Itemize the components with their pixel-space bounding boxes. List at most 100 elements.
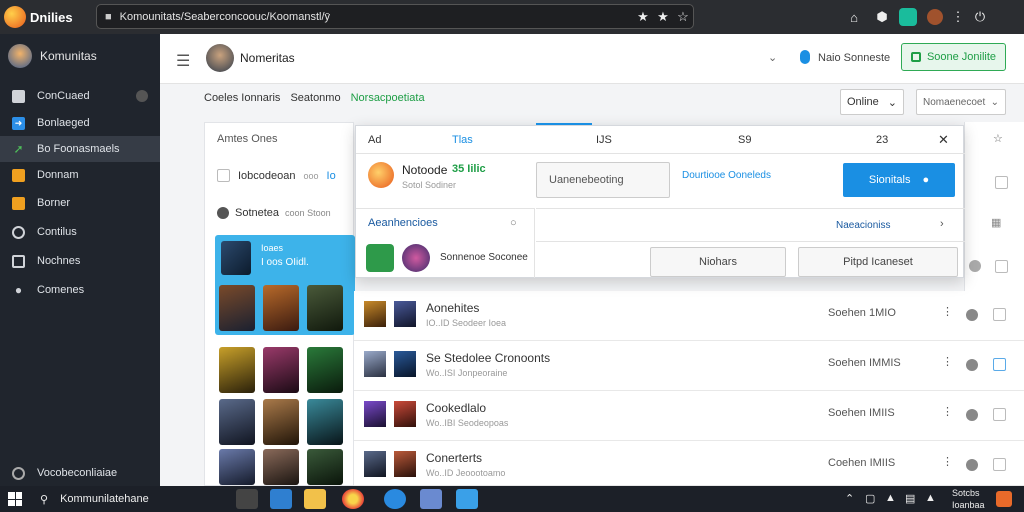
featured-group-card[interactable]: Ioaes I oos OIidl. <box>215 235 355 335</box>
game-thumbnail[interactable] <box>263 285 299 331</box>
sidebar-item-4[interactable]: Donnam <box>0 162 160 188</box>
more-icon[interactable]: ⋮ <box>942 305 953 318</box>
column-header[interactable]: 23 <box>876 134 888 146</box>
more-icon[interactable]: ⋮ <box>942 405 953 418</box>
game-thumbnail[interactable] <box>219 449 255 485</box>
extension-icon[interactable]: ⬢ <box>871 6 893 28</box>
checkbox[interactable] <box>993 408 1006 421</box>
column-header[interactable]: S9 <box>738 134 751 146</box>
clock-time[interactable]: Sotcbs <box>952 488 980 498</box>
star-icon[interactable]: ★ <box>652 6 674 28</box>
store-icon[interactable] <box>456 489 478 509</box>
game-thumbnail[interactable] <box>263 399 299 445</box>
home-icon[interactable]: ⌂ <box>843 6 865 28</box>
column-header[interactable]: IJS <box>596 134 612 146</box>
sidebar-item-1[interactable]: ConCuaed <box>0 83 160 109</box>
power-icon[interactable]: ⏻ <box>969 6 991 28</box>
sidebar-brand[interactable]: Komunitas <box>8 44 97 68</box>
battery-icon[interactable]: ▤ <box>905 492 915 505</box>
avatar-icon[interactable] <box>927 9 943 25</box>
search-field[interactable]: Uanenebeoting <box>536 162 670 198</box>
checkbox[interactable] <box>993 458 1006 471</box>
chevron-up-icon[interactable]: ⌃ <box>845 492 854 505</box>
game-thumbnail[interactable] <box>263 347 299 393</box>
game-thumbnail[interactable] <box>307 285 343 331</box>
game-thumbnail[interactable] <box>263 449 299 485</box>
app-icon[interactable] <box>420 489 442 509</box>
star-icon[interactable]: ★ <box>632 6 654 28</box>
panel-row[interactable]: Sotnetea coon Stoon <box>217 207 331 219</box>
table-row[interactable]: Se Stedolee Cronoonts Wo..ISI Jonpeorain… <box>354 341 1024 391</box>
chevron-right-icon[interactable]: › <box>940 218 944 230</box>
menu-dots-icon[interactable]: ⋮ <box>947 6 969 28</box>
sidebar-item-3[interactable]: ➚ Bo Foonasmaels <box>0 136 160 162</box>
info-link[interactable]: Dourtiooe Ooneleds <box>682 170 771 181</box>
mail-icon[interactable] <box>270 489 292 509</box>
checkbox[interactable] <box>993 358 1006 371</box>
popup-nav-row[interactable]: Naeacioniss › <box>536 208 965 242</box>
game-thumbnail[interactable] <box>307 347 343 393</box>
cta-button[interactable]: Soone Jonilite <box>901 43 1006 71</box>
submit-button[interactable]: Sionitals ● <box>843 163 955 197</box>
game-thumbnail[interactable] <box>307 399 343 445</box>
tertiary-button[interactable]: Pitpd Icaneset <box>798 247 958 277</box>
sidebar-footer[interactable]: Vocobeconliaiae <box>0 460 160 486</box>
hamburger-menu-icon[interactable]: ☰ <box>176 51 190 71</box>
more-icon[interactable]: ⋮ <box>942 355 953 368</box>
more-icon[interactable]: ⋮ <box>942 455 953 468</box>
notification-icon[interactable] <box>996 491 1012 507</box>
game-icon[interactable] <box>366 244 394 272</box>
checkbox[interactable] <box>995 260 1008 273</box>
table-row[interactable]: Conerterts Wo..ID Jeoootoamo Coehen IMII… <box>354 441 1024 486</box>
windows-start-icon[interactable] <box>8 492 22 506</box>
checkbox[interactable] <box>217 169 230 182</box>
secondary-button[interactable]: Niohars <box>650 247 786 277</box>
search-text: Kommunilatehane <box>60 493 149 505</box>
network-icon[interactable]: ▢ <box>865 492 875 505</box>
sidebar-item-7[interactable]: Nochnes <box>0 248 160 274</box>
address-bar[interactable]: ■ Komounitats/Seaberconcoouc/Koomanstl/ȳ <box>96 4 694 29</box>
profile-icon[interactable] <box>899 8 917 26</box>
sidebar-item-8[interactable]: ● Comenes <box>0 277 160 303</box>
folder-icon[interactable] <box>304 489 326 509</box>
grid-icon[interactable]: ▦ <box>991 216 1001 229</box>
taskbar-search[interactable]: ⚲ Kommunilatehane <box>30 486 230 512</box>
chat-icon[interactable]: ○ <box>510 217 517 229</box>
online-select[interactable]: Online ⌄ <box>840 89 904 115</box>
volume-icon[interactable]: ▲ <box>885 492 896 504</box>
game-thumbnail[interactable] <box>307 449 343 485</box>
game-thumbnail[interactable] <box>219 399 255 445</box>
column-header[interactable]: Ad <box>368 134 381 146</box>
checkbox[interactable] <box>993 308 1006 321</box>
account-label[interactable]: Naio Sonneste <box>818 52 890 64</box>
sidebar-item-5[interactable]: Borner <box>0 190 160 216</box>
sidebar-item-6[interactable]: Contilus <box>0 219 160 245</box>
star-outline-icon[interactable]: ☆ <box>672 6 694 28</box>
tab-1[interactable]: Coeles Ionnaris <box>204 92 280 104</box>
row-title: Se Stedolee Cronoonts <box>426 351 551 365</box>
sidebar-item-2[interactable]: ➜ Bonlaeged <box>0 110 160 136</box>
edge-icon[interactable] <box>384 489 406 509</box>
column-header[interactable]: Tlas <box>452 134 473 146</box>
game-icon[interactable] <box>402 244 430 272</box>
game-thumbnail[interactable] <box>219 285 255 331</box>
table-row[interactable]: Cookedlalo Wo..IBI Seodeopoas Soehen IMI… <box>354 391 1024 441</box>
list-label[interactable]: Sonnenoe Soconee <box>440 252 528 263</box>
panel-row[interactable]: Iobcodeoan ooo Io <box>217 169 355 182</box>
chevron-down-icon[interactable]: ⌄ <box>768 51 777 64</box>
game-thumbnail[interactable] <box>219 347 255 393</box>
chrome-icon[interactable] <box>342 489 364 509</box>
button-label: Sionitals <box>868 174 911 186</box>
close-icon[interactable]: ✕ <box>938 132 949 148</box>
url-text[interactable]: Komounitats/Seaberconcoouc/Koomanstl/ȳ <box>120 11 330 23</box>
star-outline-icon[interactable]: ☆ <box>993 132 1003 145</box>
tab-3[interactable]: Norsacpoetiata <box>351 92 425 104</box>
checkbox[interactable] <box>995 176 1008 189</box>
table-row[interactable]: Aonehites IO..ID Seodeer Ioea Soehen 1MI… <box>354 291 1024 341</box>
wifi-icon[interactable]: ▲ <box>925 492 936 504</box>
task-view-icon[interactable] <box>236 489 258 509</box>
clock-date[interactable]: Ioanbaa <box>952 500 985 510</box>
avatar[interactable] <box>206 44 234 72</box>
tab-2[interactable]: Seatonmo <box>290 92 340 104</box>
category-select[interactable]: Nomaenecoet ⌄ <box>916 89 1006 115</box>
